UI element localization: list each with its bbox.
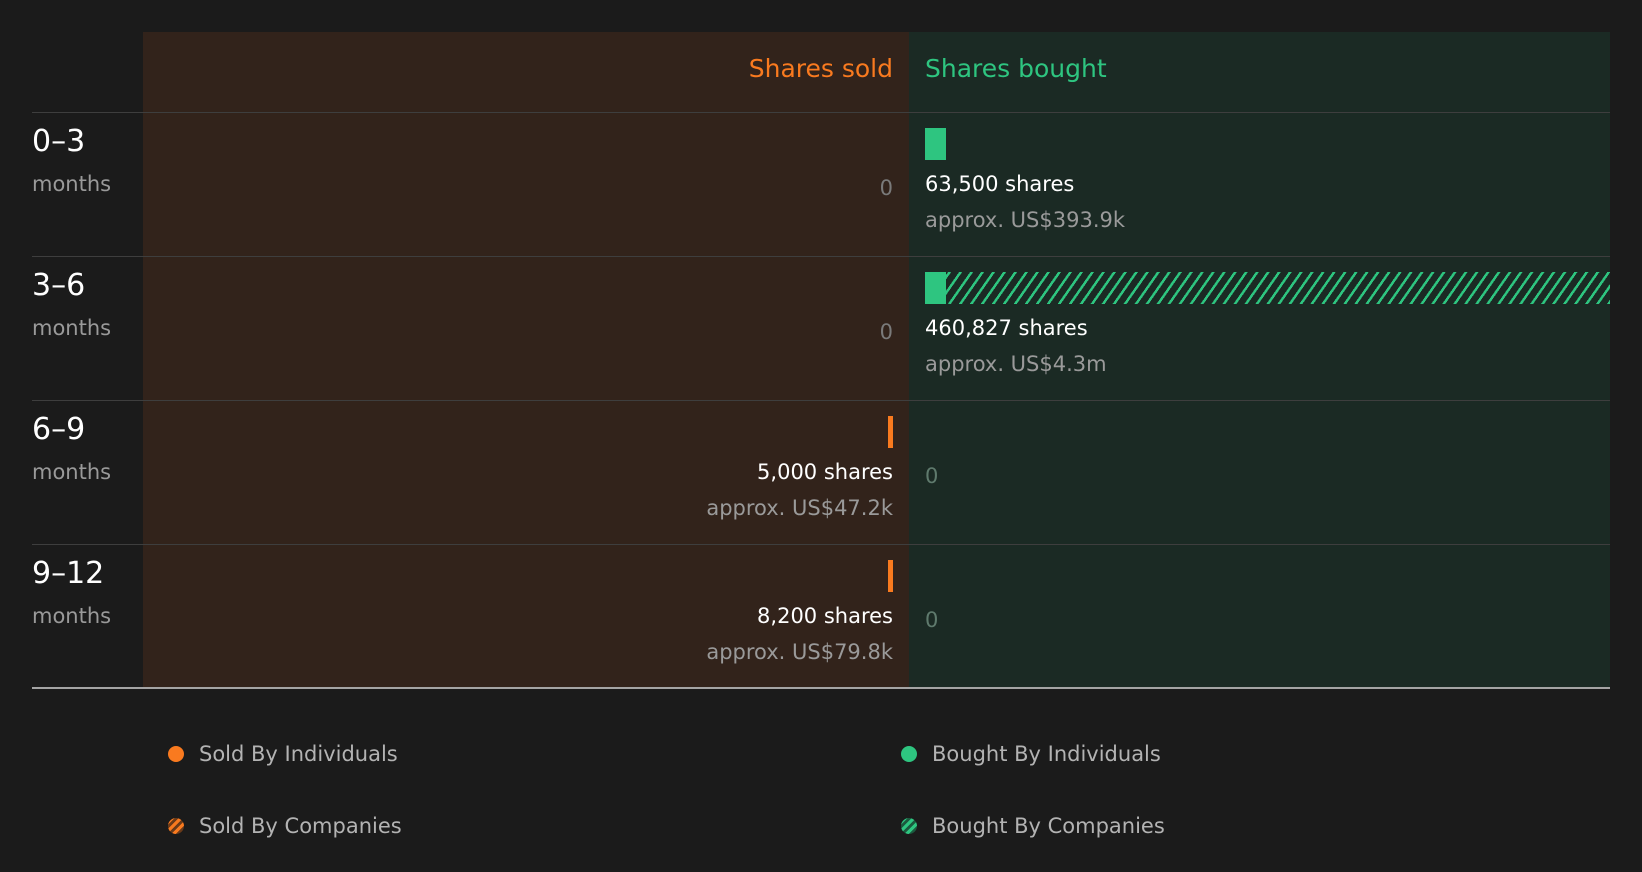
bought-shares-label: 460,827 shares	[925, 316, 1088, 340]
sold-shares-label: 5,000 shares	[757, 460, 893, 484]
period-range-label: 9–12	[32, 556, 105, 591]
legend-marker-icon	[168, 818, 184, 834]
sold-shares-label: 8,200 shares	[757, 604, 893, 628]
legend-marker-icon	[901, 818, 917, 834]
sold-value-label: approx. US$79.8k	[706, 640, 893, 664]
bought-by-companies-bar	[946, 272, 1610, 304]
bought-zero-label: 0	[925, 608, 939, 632]
legend-label: Sold By Individuals	[199, 742, 398, 766]
legend-item[interactable]: Bought By Individuals	[901, 742, 1161, 766]
bought-column-header: Shares bought	[925, 54, 1107, 83]
row-divider	[32, 256, 1610, 257]
sold-panel-background	[143, 32, 909, 687]
period-unit-label: months	[32, 316, 112, 340]
bought-by-individuals-bar	[925, 272, 946, 304]
legend-marker-icon	[901, 746, 917, 762]
bought-value-label: approx. US$393.9k	[925, 208, 1126, 232]
period-unit-label: months	[32, 172, 112, 196]
legend-marker-icon	[168, 746, 184, 762]
period-unit-label: months	[32, 460, 112, 484]
bought-value-label: approx. US$4.3m	[925, 352, 1107, 376]
sold-by-individuals-bar	[888, 560, 893, 592]
period-range-label: 3–6	[32, 268, 86, 303]
sold-value-label: approx. US$47.2k	[706, 496, 893, 520]
bought-zero-label: 0	[925, 464, 939, 488]
sold-by-individuals-bar	[888, 416, 893, 448]
insider-trading-chart: Shares sold Shares bought 0–3 months 0 63,5…	[0, 0, 1642, 872]
sold-zero-label: 0	[879, 320, 893, 344]
bought-shares-label: 63,500 shares	[925, 172, 1075, 196]
legend-item[interactable]: Sold By Individuals	[168, 742, 398, 766]
period-range-label: 0–3	[32, 124, 86, 159]
chart-bottom-axis	[32, 687, 1610, 689]
sold-column-header: Shares sold	[748, 54, 893, 83]
header-divider	[32, 112, 1610, 113]
bought-by-individuals-bar	[925, 128, 946, 160]
sold-zero-label: 0	[879, 176, 893, 200]
legend-item[interactable]: Bought By Companies	[901, 814, 1165, 838]
period-unit-label: months	[32, 604, 112, 628]
row-divider	[32, 400, 1610, 401]
legend-item[interactable]: Sold By Companies	[168, 814, 402, 838]
legend-label: Bought By Individuals	[932, 742, 1161, 766]
row-divider	[32, 544, 1610, 545]
legend-label: Sold By Companies	[199, 814, 402, 838]
period-range-label: 6–9	[32, 412, 86, 447]
legend-label: Bought By Companies	[932, 814, 1165, 838]
